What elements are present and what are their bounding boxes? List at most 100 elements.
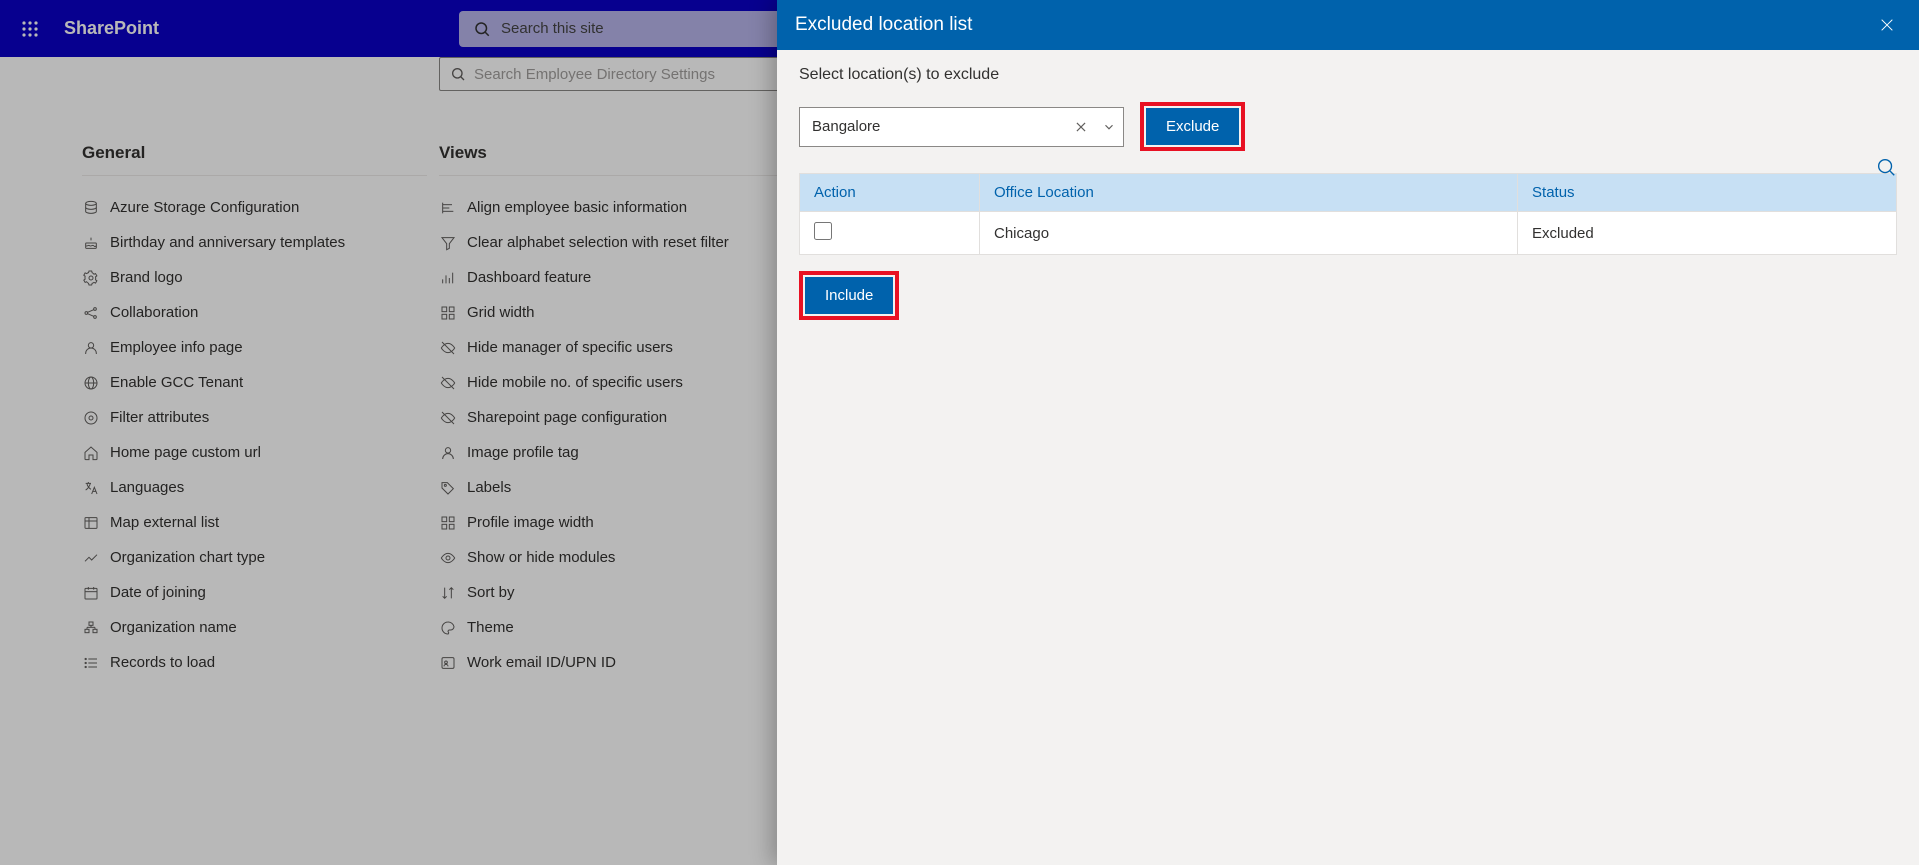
- row-location: Chicago: [980, 212, 1518, 255]
- item-label: Grid width: [467, 304, 535, 321]
- item-sp-page-config[interactable]: Sharepoint page configuration: [439, 400, 784, 435]
- item-records-load[interactable]: Records to load: [82, 645, 427, 680]
- column-views: Views Align employee basic information C…: [439, 131, 784, 680]
- include-button[interactable]: Include: [805, 277, 893, 314]
- item-brand-logo[interactable]: Brand logo: [82, 260, 427, 295]
- item-align-info[interactable]: Align employee basic information: [439, 190, 784, 225]
- org-icon: [82, 620, 100, 636]
- filter-icon: [439, 235, 457, 251]
- contact-icon: [82, 340, 100, 356]
- table-row: Chicago Excluded: [800, 212, 1897, 255]
- highlight-include: Include: [799, 271, 899, 320]
- item-collaboration[interactable]: Collaboration: [82, 295, 427, 330]
- col-location[interactable]: Office Location: [980, 174, 1518, 212]
- item-org-name[interactable]: Organization name: [82, 610, 427, 645]
- item-home-url[interactable]: Home page custom url: [82, 435, 427, 470]
- align-icon: [439, 200, 457, 216]
- item-label: Organization chart type: [110, 549, 265, 566]
- home-icon: [82, 445, 100, 461]
- search-icon: [473, 20, 491, 38]
- combobox-value: Bangalore: [812, 118, 1067, 135]
- highlight-exclude: Exclude: [1140, 102, 1245, 151]
- panel-header: Excluded location list: [777, 0, 1919, 50]
- item-hide-mobile[interactable]: Hide mobile no. of specific users: [439, 365, 784, 400]
- item-label: Hide manager of specific users: [467, 339, 673, 356]
- gear-icon: [82, 270, 100, 286]
- eye-icon: [439, 550, 457, 566]
- location-combobox[interactable]: Bangalore: [799, 107, 1124, 147]
- panel-search-icon[interactable]: [1875, 156, 1897, 178]
- calendar-icon: [82, 585, 100, 601]
- panel-subtitle: Select location(s) to exclude: [799, 66, 1897, 84]
- item-show-hide-modules[interactable]: Show or hide modules: [439, 540, 784, 575]
- item-label: Filter attributes: [110, 409, 209, 426]
- item-label: Dashboard feature: [467, 269, 591, 286]
- item-hide-manager[interactable]: Hide manager of specific users: [439, 330, 784, 365]
- gear-icon: [82, 410, 100, 426]
- item-label: Employee info page: [110, 339, 243, 356]
- close-icon[interactable]: [1873, 11, 1901, 39]
- item-filter-attributes[interactable]: Filter attributes: [82, 400, 427, 435]
- share-icon: [82, 305, 100, 321]
- app-launcher-icon[interactable]: [12, 11, 48, 47]
- grid-icon: [439, 515, 457, 531]
- eye-off-icon: [439, 410, 457, 426]
- item-grid-width[interactable]: Grid width: [439, 295, 784, 330]
- item-birthday-templates[interactable]: Birthday and anniversary templates: [82, 225, 427, 260]
- item-sort-by[interactable]: Sort by: [439, 575, 784, 610]
- language-icon: [82, 480, 100, 496]
- excluded-locations-table: Action Office Location Status Chicago Ex…: [799, 173, 1897, 255]
- item-label: Show or hide modules: [467, 549, 615, 566]
- item-profile-image-width[interactable]: Profile image width: [439, 505, 784, 540]
- item-work-email[interactable]: Work email ID/UPN ID: [439, 645, 784, 680]
- brand-label[interactable]: SharePoint: [64, 18, 159, 39]
- item-label: Hide mobile no. of specific users: [467, 374, 683, 391]
- col-status[interactable]: Status: [1518, 174, 1897, 212]
- globe-icon: [82, 375, 100, 391]
- item-label: Theme: [467, 619, 514, 636]
- grid-icon: [439, 305, 457, 321]
- clear-icon[interactable]: [1067, 120, 1095, 134]
- item-label: Enable GCC Tenant: [110, 374, 243, 391]
- col-action[interactable]: Action: [800, 174, 980, 212]
- cake-icon: [82, 235, 100, 251]
- dashboard-icon: [439, 270, 457, 286]
- chevron-down-icon[interactable]: [1095, 120, 1123, 134]
- item-azure-storage[interactable]: Azure Storage Configuration: [82, 190, 427, 225]
- item-org-chart[interactable]: Organization chart type: [82, 540, 427, 575]
- item-employee-info[interactable]: Employee info page: [82, 330, 427, 365]
- item-image-profile-tag[interactable]: Image profile tag: [439, 435, 784, 470]
- chart-icon: [82, 550, 100, 566]
- item-label: Date of joining: [110, 584, 206, 601]
- item-label: Image profile tag: [467, 444, 579, 461]
- palette-icon: [439, 620, 457, 636]
- item-date-joining[interactable]: Date of joining: [82, 575, 427, 610]
- item-label: Profile image width: [467, 514, 594, 531]
- column-views-title: Views: [439, 131, 784, 176]
- row-checkbox[interactable]: [814, 222, 832, 240]
- item-label: Labels: [467, 479, 511, 496]
- tag-icon: [439, 480, 457, 496]
- id-icon: [439, 655, 457, 671]
- column-general-title: General: [82, 131, 427, 176]
- item-languages[interactable]: Languages: [82, 470, 427, 505]
- item-label: Organization name: [110, 619, 237, 636]
- panel-title: Excluded location list: [795, 14, 972, 36]
- exclude-button[interactable]: Exclude: [1146, 108, 1239, 145]
- item-label: Align employee basic information: [467, 199, 687, 216]
- person-icon: [439, 445, 457, 461]
- item-theme[interactable]: Theme: [439, 610, 784, 645]
- search-icon: [450, 66, 466, 82]
- item-labels[interactable]: Labels: [439, 470, 784, 505]
- database-icon: [82, 200, 100, 216]
- item-clear-alphabet[interactable]: Clear alphabet selection with reset filt…: [439, 225, 784, 260]
- row-status: Excluded: [1518, 212, 1897, 255]
- item-dashboard[interactable]: Dashboard feature: [439, 260, 784, 295]
- item-map-external[interactable]: Map external list: [82, 505, 427, 540]
- list-icon: [82, 515, 100, 531]
- excluded-location-panel: Excluded location list Select location(s…: [777, 0, 1919, 865]
- item-label: Sharepoint page configuration: [467, 409, 667, 426]
- item-gcc-tenant[interactable]: Enable GCC Tenant: [82, 365, 427, 400]
- eye-off-icon: [439, 340, 457, 356]
- item-label: Azure Storage Configuration: [110, 199, 299, 216]
